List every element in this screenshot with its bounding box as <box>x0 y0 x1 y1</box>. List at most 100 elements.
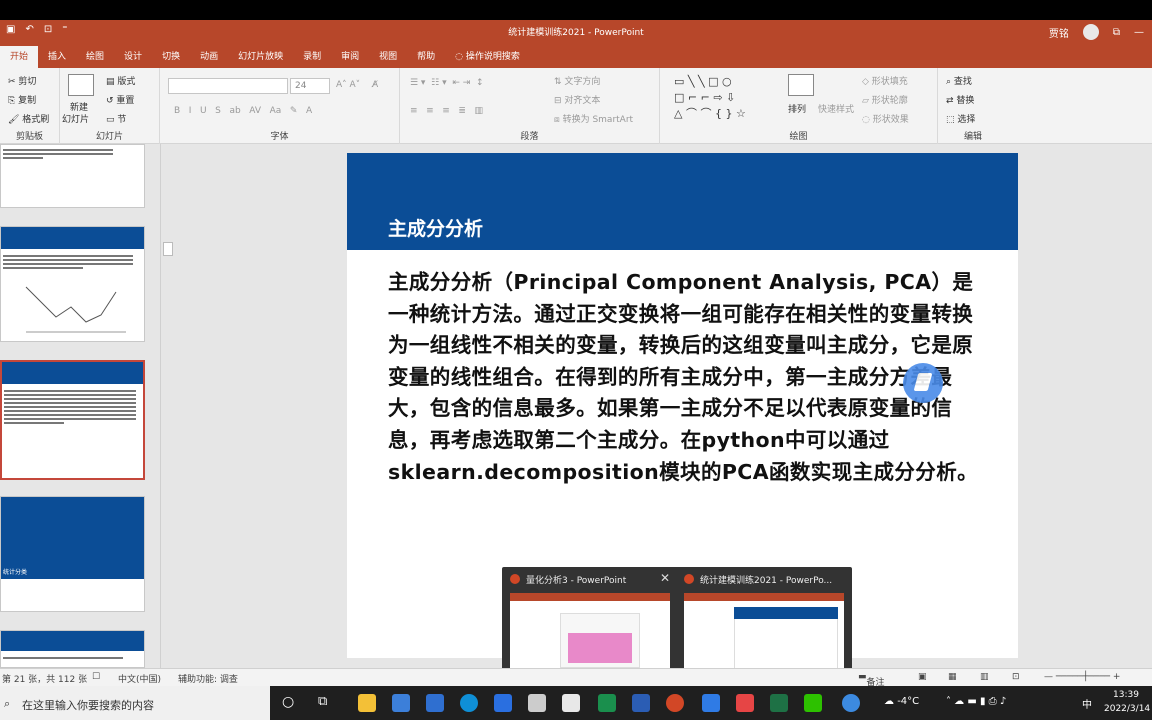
clear-format-icon[interactable]: A̸ <box>372 80 378 90</box>
preview-window-2[interactable]: 统计建模训练2021 - PowerPo... <box>680 571 848 677</box>
excel-icon[interactable] <box>770 694 788 712</box>
windows-taskbar: ⌕ 在这里输入你要搜索的内容 ○ ⧉ ☁ -4°C ˄ ☁ ▬ ▮ ⎙ ♪ 中 … <box>0 686 1152 720</box>
minimize-icon[interactable]: — <box>1134 27 1144 38</box>
preview-window-1[interactable]: 量化分析3 - PowerPoint ✕ <box>506 571 674 677</box>
section-button[interactable]: ▭ 节 <box>106 112 126 125</box>
ime-indicator[interactable]: 中 <box>1082 696 1092 711</box>
tab-transitions[interactable]: 切换 <box>152 46 190 68</box>
zoom-slider[interactable]: — ─────┼──── + <box>1044 672 1120 682</box>
format-painter-button[interactable]: 🖌 格式刷 <box>8 112 49 125</box>
reset-button[interactable]: ↺ 重置 <box>106 93 134 106</box>
thumbnail-scrollbar[interactable] <box>160 144 176 668</box>
slide-sorter-icon[interactable]: ▦ <box>948 672 957 682</box>
avatar[interactable] <box>1082 24 1099 40</box>
ribbon-tabs: 开始 插入 绘图 设计 切换 动画 幻灯片放映 录制 审阅 视图 帮助 ◌ 操作… <box>0 44 1152 68</box>
powerpoint-icon <box>510 574 520 584</box>
ribbon: ✂ 剪切 ⎘ 复制 🖌 格式刷 剪贴板 新建 幻灯片 ▤ 版式 ↺ 重置 ▭ 节… <box>0 68 1152 144</box>
tab-animations[interactable]: 动画 <box>190 46 228 68</box>
tray-icons[interactable]: ˄ ☁ ▬ ▮ ⎙ ♪ <box>946 696 1006 707</box>
layout-button[interactable]: ▤ 版式 <box>106 74 135 87</box>
arrange-icon[interactable] <box>788 74 814 96</box>
tab-slideshow[interactable]: 幻灯片放映 <box>228 46 293 68</box>
tab-draw[interactable]: 绘图 <box>76 46 114 68</box>
taskbar-preview-popup: 量化分析3 - PowerPoint ✕ 统计建模训练2021 - PowerP… <box>502 567 852 680</box>
app-icon[interactable] <box>598 694 616 712</box>
smartart-button[interactable]: ⧈ 转换为 SmartArt <box>554 112 633 125</box>
preview-image <box>684 593 844 677</box>
cut-button[interactable]: ✂ 剪切 <box>8 74 36 87</box>
shape-effects-button[interactable]: ◌ 形状效果 <box>862 112 909 125</box>
tab-design[interactable]: 设计 <box>114 46 152 68</box>
drawing-label: 绘图 <box>789 132 808 142</box>
mail-icon[interactable] <box>426 694 444 712</box>
slide-body-text[interactable]: 主成分分析（Principal Component Analysis, PCA）… <box>388 267 988 488</box>
reading-view-icon[interactable]: ▥ <box>980 672 989 682</box>
spellcheck-icon[interactable]: ☐ <box>92 672 100 682</box>
normal-view-icon[interactable]: ▣ <box>918 672 927 682</box>
new-slide-icon[interactable] <box>68 74 94 96</box>
powerpoint-icon <box>684 574 694 584</box>
new-slide-label-2[interactable]: 幻灯片 <box>62 112 89 125</box>
tab-record[interactable]: 录制 <box>293 46 331 68</box>
slide-thumbnail[interactable] <box>0 226 145 342</box>
ribbon-display-icon[interactable]: ⧉ <box>1113 27 1120 38</box>
clock[interactable]: 13:39 2022/3/14 <box>1104 688 1150 716</box>
editing-label: 编辑 <box>963 132 982 142</box>
slide-thumbnail[interactable]: 统计分类 <box>0 496 145 612</box>
user-name[interactable]: 贾铭 <box>1049 25 1069 40</box>
tab-review[interactable]: 审阅 <box>331 46 369 68</box>
slide-thumbnail[interactable] <box>0 630 145 668</box>
arrange-button[interactable]: 排列 <box>788 102 806 115</box>
slide-thumbnail-current[interactable] <box>0 360 145 480</box>
top-black-border <box>0 0 1152 20</box>
language-indicator[interactable]: 中文(中国) <box>118 672 161 685</box>
copy-button[interactable]: ⎘ 复制 <box>8 93 36 106</box>
app-icon[interactable] <box>562 694 580 712</box>
app-icon[interactable] <box>494 694 512 712</box>
select-button[interactable]: ⬚ 选择 <box>946 112 975 125</box>
task-view-icon[interactable]: ⧉ <box>318 694 327 709</box>
accessibility-status[interactable]: 辅助功能: 调查 <box>178 672 238 685</box>
edge-icon[interactable] <box>460 694 478 712</box>
tab-help[interactable]: 帮助 <box>407 46 445 68</box>
shape-outline-button[interactable]: ▱ 形状轮廓 <box>862 93 908 106</box>
taskbar-search-box[interactable]: ⌕ 在这里输入你要搜索的内容 <box>0 686 270 720</box>
notes-button[interactable]: ▬ 备注 <box>858 672 885 688</box>
slideshow-view-icon[interactable]: ⊡ <box>1012 672 1020 682</box>
text-direction-button[interactable]: ⇅ 文字方向 <box>554 74 600 87</box>
quick-styles-button[interactable]: 快速样式 <box>818 102 854 115</box>
shape-fill-button[interactable]: ◇ 形状填充 <box>862 74 908 87</box>
powerpoint-taskbar-icon[interactable] <box>666 694 684 712</box>
help-icon[interactable] <box>842 694 860 712</box>
weather-widget[interactable]: ☁ -4°C <box>884 696 919 707</box>
format-buttons[interactable]: B I U S ab AV Aa ✎ A <box>174 106 312 116</box>
app-icon[interactable] <box>736 694 754 712</box>
tab-home[interactable]: 开始 <box>0 46 39 68</box>
shapes-gallery[interactable]: ▭ ╲ ╲ □ ○ □ ⌐ ⌐ ⇨ ⇩ △ ⌒ ⌒ { } ☆ <box>674 74 746 122</box>
search-placeholder: 在这里输入你要搜索的内容 <box>22 699 154 712</box>
font-name-combo[interactable] <box>168 78 288 94</box>
wechat-icon[interactable] <box>804 694 822 712</box>
grow-font-icon[interactable]: A˄ A˅ <box>336 80 360 90</box>
store-icon[interactable] <box>392 694 410 712</box>
floating-assistant-icon[interactable] <box>903 363 943 403</box>
slide-thumbnail[interactable] <box>0 144 145 208</box>
tab-view[interactable]: 视图 <box>369 46 407 68</box>
file-explorer-icon[interactable] <box>358 694 376 712</box>
cortana-icon[interactable]: ○ <box>282 694 294 710</box>
app-icon[interactable] <box>528 694 546 712</box>
align-text-button[interactable]: ⊟ 对齐文本 <box>554 93 600 106</box>
align-buttons[interactable]: ≡ ≡ ≡ ≣ ▥ <box>410 106 483 116</box>
list-buttons[interactable]: ☰ ▾ ☷ ▾ ⇤ ⇥ ↕ <box>410 78 484 88</box>
word-icon[interactable] <box>632 694 650 712</box>
scrollbar-thumb[interactable] <box>163 242 173 256</box>
replace-button[interactable]: ⇄ 替换 <box>946 93 974 106</box>
find-button[interactable]: ⌕ 查找 <box>946 74 972 87</box>
tab-insert[interactable]: 插入 <box>38 46 76 68</box>
tell-me-search[interactable]: ◌ 操作说明搜索 <box>445 46 530 68</box>
close-icon[interactable]: ✕ <box>660 571 670 585</box>
font-size-combo[interactable]: 24 <box>290 78 330 94</box>
clipboard-group: ✂ 剪切 ⎘ 复制 🖌 格式刷 剪贴板 <box>0 68 60 144</box>
app-icon[interactable] <box>702 694 720 712</box>
slide-title[interactable]: 主成分分析 <box>388 214 483 241</box>
